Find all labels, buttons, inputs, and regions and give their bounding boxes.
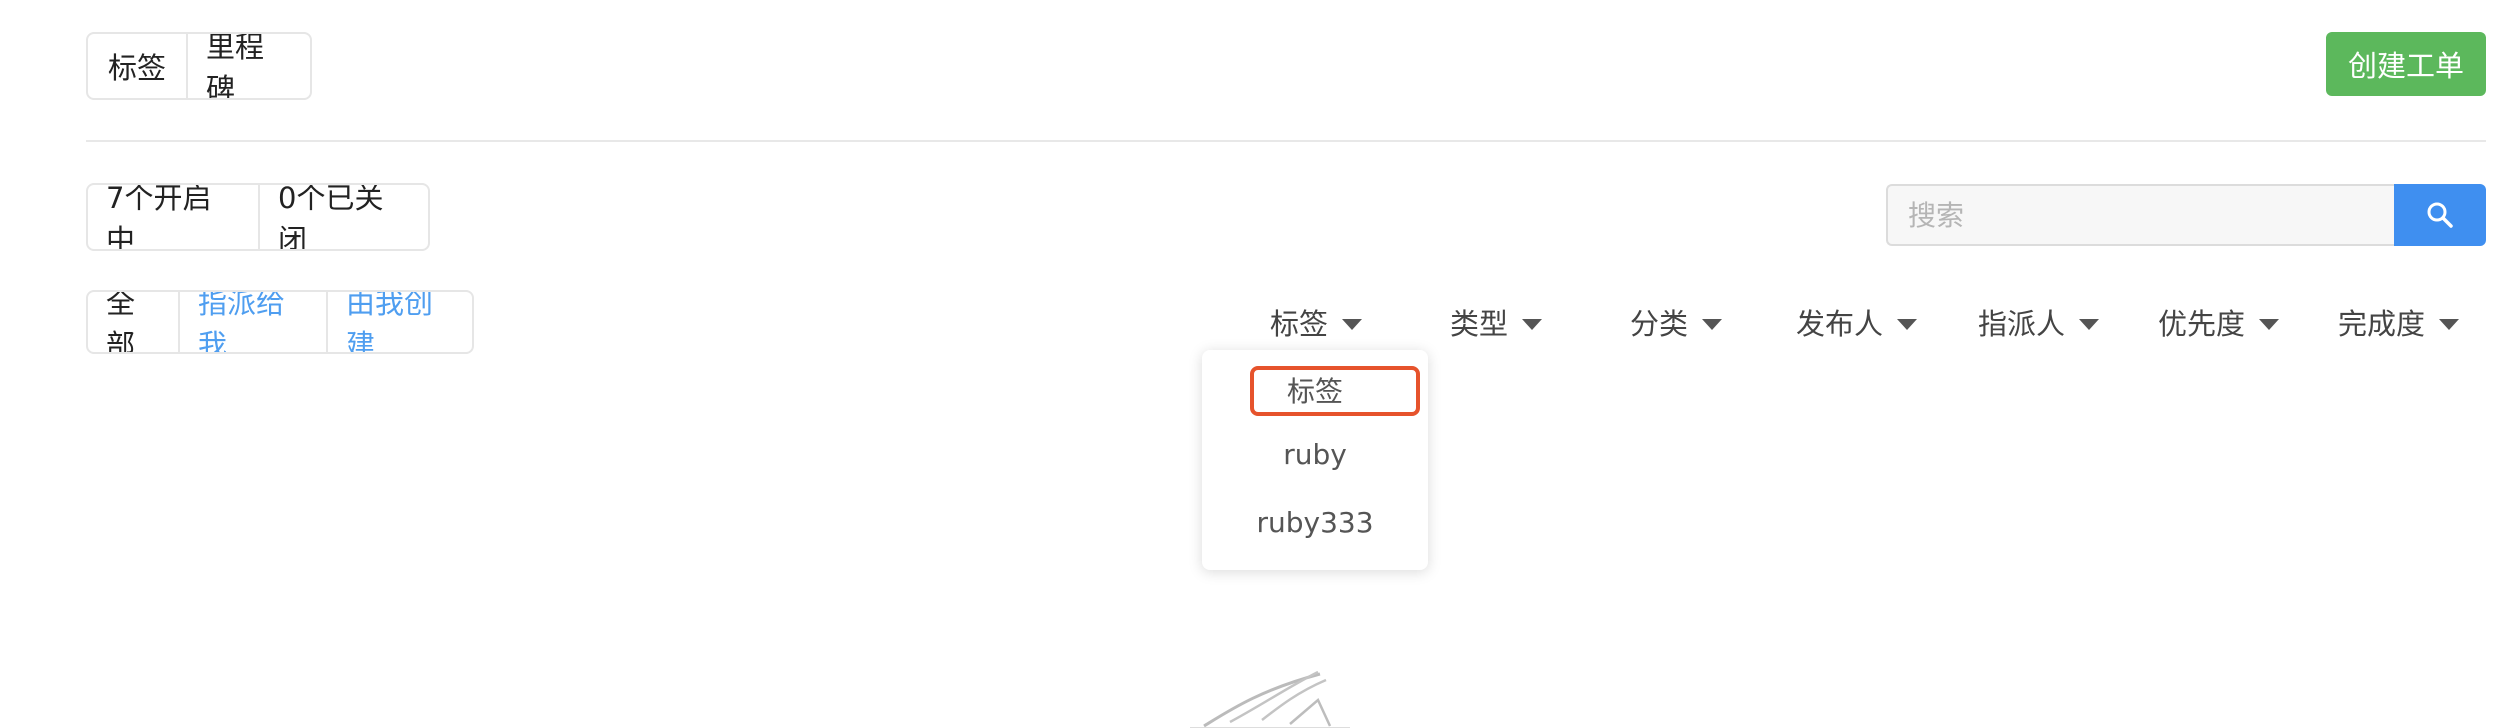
caret-down-icon [1522,318,1543,330]
dropdown-item-ruby333[interactable]: ruby333 [1202,506,1428,539]
status-tab-group: 7个开启中 0个已关闭 [86,183,430,251]
filter-all-tab[interactable]: 全部 [88,292,178,352]
filter-assigned-to-me-tab[interactable]: 指派给我 [178,292,326,352]
filter-priority-dropdown[interactable]: 优先度 [2158,300,2280,344]
label-dropdown-menu: 标签 ruby ruby333 [1202,350,1428,570]
filter-author-text: 发布人 [1796,307,1884,341]
closed-issues-tab[interactable]: 0个已关闭 [258,185,428,249]
filter-category-text: 分类 [1630,307,1689,341]
caret-down-icon [2439,318,2460,330]
open-issues-tab[interactable]: 7个开启中 [88,185,258,249]
filter-progress-text: 完成度 [2338,307,2426,341]
top-tab-group: 标签 里程碑 [86,32,312,100]
tab-milestones[interactable]: 里程碑 [186,34,310,98]
filter-created-by-me-tab[interactable]: 由我创建 [326,292,472,352]
filter-assignee-text: 指派人 [1978,307,2066,341]
search-icon [2427,202,2453,228]
search-button[interactable] [2394,184,2486,246]
caret-down-icon [2079,318,2100,330]
dropdown-item-ruby[interactable]: ruby [1202,438,1428,471]
caret-down-icon [1342,318,1363,330]
filter-type-text: 类型 [1450,307,1509,341]
dropdown-item-label[interactable]: 标签 [1202,370,1428,410]
filter-author-dropdown[interactable]: 发布人 [1796,300,1918,344]
filter-assignee-dropdown[interactable]: 指派人 [1978,300,2100,344]
caret-down-icon [1702,318,1723,330]
filter-priority-text: 优先度 [2158,307,2246,341]
filter-type-dropdown[interactable]: 类型 [1450,300,1543,344]
tab-labels[interactable]: 标签 [88,34,186,98]
create-issue-button[interactable]: 创建工单 [2326,32,2486,96]
filter-progress-dropdown[interactable]: 完成度 [2338,300,2460,344]
assignee-filter-group: 全部 指派给我 由我创建 [86,290,474,354]
filter-category-dropdown[interactable]: 分类 [1630,300,1723,344]
filter-label-text: 标签 [1270,307,1329,341]
empty-box-icon [1190,670,1350,728]
divider [86,140,2486,142]
caret-down-icon [2259,318,2280,330]
search-input[interactable] [1886,184,2396,246]
filter-label-dropdown[interactable]: 标签 [1270,300,1363,344]
caret-down-icon [1897,318,1918,330]
